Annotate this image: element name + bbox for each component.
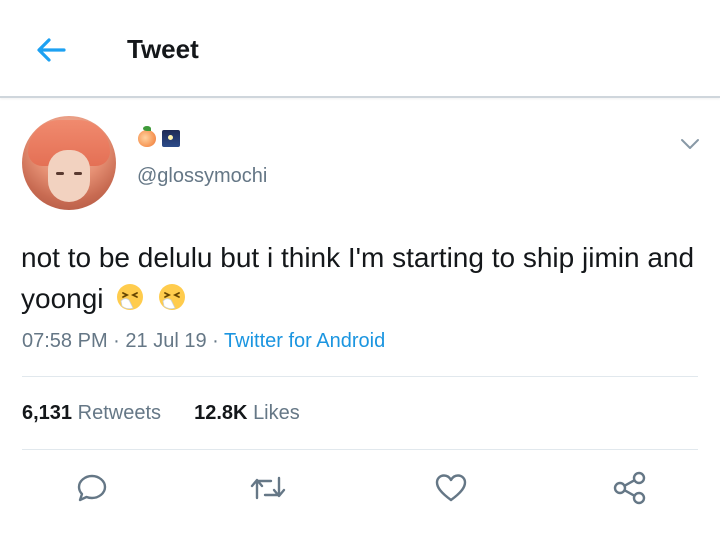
likes-label: Likes (253, 402, 300, 424)
back-button[interactable] (28, 30, 74, 70)
share-icon (613, 471, 646, 505)
tweet-source-link[interactable]: Twitter for Android (224, 330, 385, 352)
sneezing-face-emoji (159, 284, 186, 310)
sneezing-face-emoji (117, 284, 144, 310)
page-title: Tweet (127, 34, 199, 64)
retweets-count: 6,131 (22, 402, 73, 424)
avatar[interactable] (22, 116, 116, 210)
share-button[interactable] (610, 468, 650, 508)
likes-stat[interactable]: 12.8K Likes (194, 402, 300, 424)
retweets-stat[interactable]: 6,131 Retweets (22, 402, 167, 424)
likes-count: 12.8K (194, 402, 248, 424)
display-name[interactable] (138, 126, 180, 147)
avatar-eye-left (56, 172, 64, 175)
divider (22, 449, 698, 450)
action-bar (0, 468, 720, 514)
tweet-time: 07:58 PM (22, 330, 108, 352)
reply-button[interactable] (72, 468, 112, 508)
tweet-text: not to be delulu but i think I'm startin… (21, 237, 701, 319)
tweet-menu-button[interactable] (678, 132, 702, 156)
avatar-eye-right (74, 172, 82, 175)
top-bar: Tweet (0, 0, 720, 98)
like-icon (435, 474, 467, 502)
meta-separator: · (113, 330, 120, 352)
divider (22, 376, 698, 377)
meta-separator: · (212, 330, 219, 352)
like-button[interactable] (431, 468, 471, 508)
arrow-left-icon (37, 38, 66, 62)
tweet-date: 21 Jul 19 (125, 330, 207, 352)
retweet-icon (250, 476, 286, 500)
tweet-stats: 6,131 Retweets 12.8K Likes (22, 402, 300, 425)
retweet-button[interactable] (248, 468, 288, 508)
user-handle[interactable]: @glossymochi (137, 165, 267, 188)
avatar-face (48, 150, 90, 202)
night-sky-emoji (162, 130, 180, 147)
retweets-label: Retweets (77, 402, 161, 424)
chevron-down-icon (681, 139, 699, 149)
reply-icon (77, 474, 107, 502)
peach-emoji (138, 126, 156, 147)
tweet-meta: 07:58 PM · 21 Jul 19 · Twitter for Andro… (22, 330, 385, 353)
